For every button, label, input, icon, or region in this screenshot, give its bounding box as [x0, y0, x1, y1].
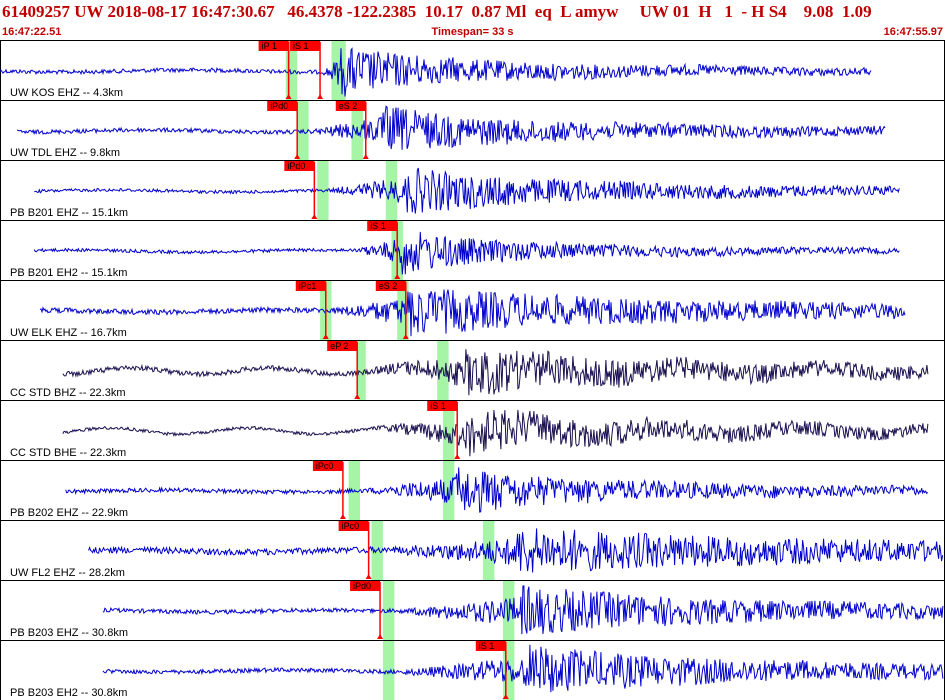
phase-window: [442, 461, 455, 520]
waveform-trace: [102, 585, 944, 635]
trace-row: iPc0 UW FL2 EHZ -- 28.2km: [10, 521, 944, 580]
pick-label: eS 2: [379, 281, 398, 291]
pick-label: eS 2: [339, 101, 358, 111]
pick-arrow: [362, 154, 369, 159]
pick-label: eP 2: [330, 341, 348, 351]
pick-label: iPd0: [270, 101, 288, 111]
waveform-trace: [65, 467, 929, 513]
trace-row: iS 1 PB B201 EH2 -- 15.1km: [10, 221, 900, 280]
trace-row: iS 1 CC STD BHE -- 22.3km: [10, 401, 929, 460]
waveform-trace: [34, 167, 900, 214]
pick-arrow: [339, 514, 346, 519]
station-label: PB B201 EHZ -- 15.1km: [10, 207, 128, 219]
waveform-trace: [62, 349, 929, 396]
station-label: UW ELK EHZ -- 16.7km: [10, 327, 127, 339]
pick-label: iS 1: [430, 401, 446, 411]
station-label: CC STD BHE -- 22.3km: [10, 447, 126, 459]
waveform-trace: [33, 231, 900, 275]
pick-label: iPc1: [299, 281, 317, 291]
pick-label: iPc0: [342, 521, 360, 531]
pick-label: iS 1: [370, 221, 386, 231]
timespan: Timespan= 33 s: [431, 26, 514, 38]
end-time: 16:47:55.97: [883, 26, 943, 38]
pick-arrow: [365, 574, 372, 579]
station-label: PB B203 EH2 -- 30.8km: [10, 687, 127, 699]
pick-arrow: [377, 634, 384, 639]
pick-label: iPd0: [353, 581, 371, 591]
trace-row: iP 1 iS 1 UW KOS EHZ -- 4.3km: [0, 41, 872, 100]
station-label: UW TDL EHZ -- 9.8km: [10, 147, 120, 159]
station-label: UW FL2 EHZ -- 28.2km: [10, 567, 125, 579]
waveform-trace: [62, 409, 929, 457]
trace-row: iS 1 PB B203 EH2 -- 30.8km: [10, 641, 944, 700]
station-label: CC STD BHZ -- 22.3km: [10, 387, 126, 399]
trace-row: iPd0 PB B203 EHZ -- 30.8km: [10, 581, 944, 640]
phase-window: [385, 161, 398, 220]
station-label: PB B202 EHZ -- 22.9km: [10, 507, 128, 519]
waveform-trace: [39, 289, 906, 337]
pick-label: iS 1: [293, 41, 309, 51]
waveform-trace: [88, 528, 944, 573]
pick-label: iS 1: [479, 641, 495, 651]
pick-label: iPd0: [287, 161, 305, 171]
station-label: PB B201 EH2 -- 15.1km: [10, 267, 127, 279]
pick-arrow: [311, 214, 318, 219]
waveform-trace: [16, 105, 886, 150]
pick-label: iPc0: [316, 461, 334, 471]
waveform-trace: [0, 47, 872, 97]
trace-row: eP 2 CC STD BHZ -- 22.3km: [10, 341, 929, 400]
seismogram-panel[interactable]: iP 1 iS 1 UW KOS EHZ -- 4.3km iPd0 eS 2 UW TD…: [0, 40, 945, 700]
pick-label: iP 1: [262, 41, 277, 51]
header: 61409257 UW 2018-08-17 16:47:30.67 46.43…: [0, 0, 945, 40]
waveform-trace: [102, 644, 944, 693]
pick-arrow: [317, 94, 324, 99]
station-label: PB B203 EHZ -- 30.8km: [10, 627, 128, 639]
trace-row: iPd0 eS 2 UW TDL EHZ -- 9.8km: [10, 101, 886, 160]
pick-arrow: [454, 454, 461, 459]
trace-row: iPd0 PB B201 EHZ -- 15.1km: [10, 161, 900, 220]
event-title: 61409257 UW 2018-08-17 16:47:30.67 46.43…: [2, 2, 872, 21]
trace-row: iPc1 eS 2 UW ELK EHZ -- 16.7km: [10, 281, 906, 340]
trace-row: iPc0 PB B202 EHZ -- 22.9km: [10, 461, 929, 520]
station-label: UW KOS EHZ -- 4.3km: [10, 87, 123, 99]
